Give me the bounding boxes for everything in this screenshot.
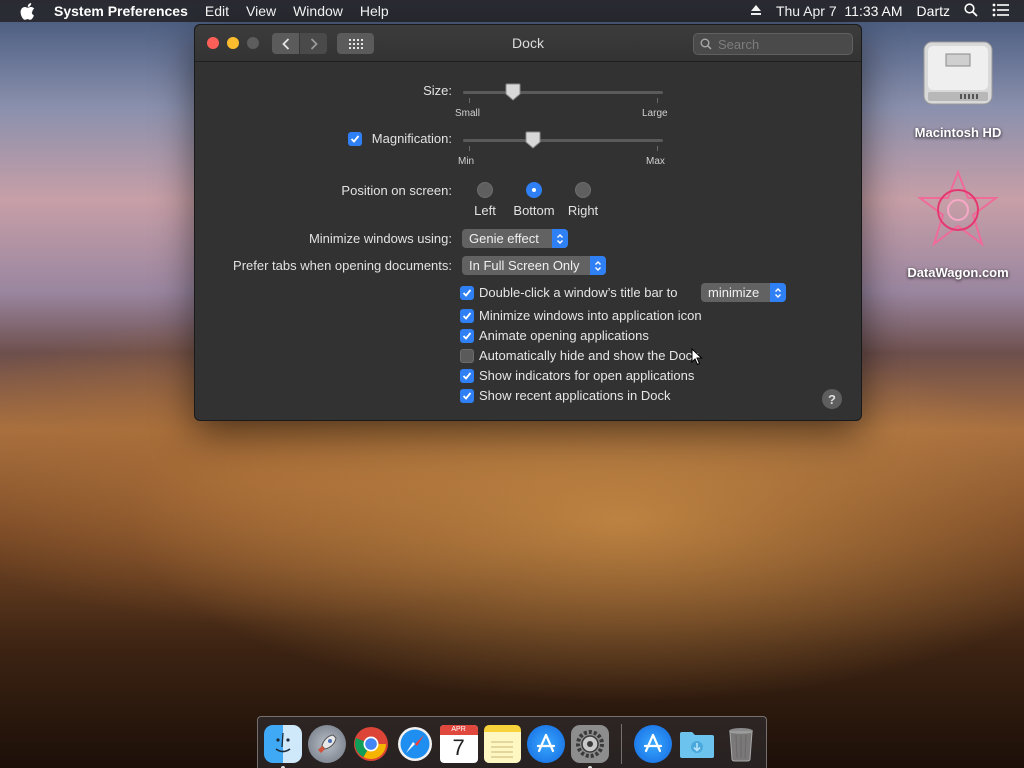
checkmark-icon: [462, 289, 472, 297]
option-label-1[interactable]: Animate opening applications: [479, 328, 649, 343]
trash-icon: [729, 728, 754, 762]
checkmark-icon: [462, 312, 472, 320]
help-menu[interactable]: Help: [360, 3, 389, 19]
checkmark-icon: [462, 392, 472, 400]
option-checkbox-0[interactable]: [460, 309, 474, 323]
window-menu[interactable]: Window: [293, 3, 343, 19]
dock-preferences-window: Dock Size: Small Large Magnification: Mi…: [194, 24, 862, 421]
magnification-label[interactable]: Magnification:: [355, 131, 452, 146]
safari-compass-icon: [397, 727, 432, 761]
double-click-checkbox[interactable]: [460, 286, 474, 300]
gear-icon: [576, 730, 605, 758]
position-bottom-radio[interactable]: [526, 182, 542, 198]
app-menu[interactable]: System Preferences: [54, 3, 188, 19]
spotlight-search-icon[interactable]: [964, 2, 978, 20]
help-button[interactable]: ?: [822, 389, 842, 409]
option-label-2[interactable]: Automatically hide and show the Dock: [479, 348, 699, 363]
size-slider-track[interactable]: [463, 91, 663, 94]
position-right-label[interactable]: Right: [553, 203, 613, 218]
app-store-icon: [644, 733, 663, 753]
dock-recent-app-store[interactable]: [634, 725, 673, 763]
datawagon-icon[interactable]: DataWagon.com: [900, 168, 1016, 280]
edit-menu[interactable]: Edit: [205, 3, 229, 19]
checkmark-icon: [462, 332, 472, 340]
user-menu[interactable]: Dartz: [917, 3, 950, 19]
calendar-month: APR: [439, 725, 478, 735]
macintosh-hd-icon[interactable]: Macintosh HD: [905, 36, 1011, 140]
eject-icon[interactable]: [750, 3, 762, 19]
search-icon: [700, 38, 712, 50]
mouse-cursor-icon: [691, 348, 703, 366]
dock-trash[interactable]: [722, 725, 760, 763]
dock-launchpad[interactable]: [307, 725, 346, 763]
size-slider-knob[interactable]: [505, 83, 521, 101]
option-checkbox-4[interactable]: [460, 389, 474, 403]
mag-tick-max: [657, 146, 658, 151]
hard-drive-icon: [923, 41, 993, 105]
size-label: Size:: [423, 83, 452, 98]
dock-finder[interactable]: [264, 725, 302, 768]
position-label: Position on screen:: [341, 183, 452, 198]
dock-app-store[interactable]: [527, 725, 566, 763]
popup-arrows-icon: [590, 256, 606, 275]
option-checkbox-3[interactable]: [460, 369, 474, 383]
magnification-slider-knob[interactable]: [525, 131, 541, 149]
option-label-0[interactable]: Minimize windows into application icon: [479, 308, 702, 323]
datawagon-label: DataWagon.com: [907, 265, 1009, 280]
option-label-3[interactable]: Show indicators for open applications: [479, 368, 694, 383]
finder-icon: [275, 732, 291, 753]
chrome-icon: [353, 727, 388, 761]
datawagon-logo-icon: [916, 169, 1000, 247]
size-tick-max: [657, 98, 658, 103]
popup-arrows-icon: [770, 283, 786, 302]
dock-chrome[interactable]: [352, 725, 390, 763]
apple-menu-icon[interactable]: [20, 2, 38, 20]
window-titlebar[interactable]: Dock: [195, 25, 861, 62]
minimize-effect-popup[interactable]: Genie effect: [462, 229, 568, 248]
calendar-day: 7: [452, 735, 465, 760]
size-tick-min: [469, 98, 470, 103]
double-click-label[interactable]: Double-click a window’s title bar to: [479, 285, 677, 300]
downloads-folder-icon: [680, 732, 715, 758]
double-click-action-popup[interactable]: minimize: [701, 283, 786, 302]
macintosh-hd-label: Macintosh HD: [914, 125, 1002, 140]
prefer-tabs-label: Prefer tabs when opening documents:: [233, 258, 452, 273]
size-min-label: Small: [455, 108, 481, 119]
dock-notes[interactable]: [483, 725, 522, 763]
magnification-slider-track[interactable]: [463, 139, 663, 142]
dock-downloads[interactable]: [678, 725, 716, 763]
option-label-4[interactable]: Show recent applications in Dock: [479, 388, 671, 403]
magnification-min-label: Min: [458, 156, 475, 167]
option-checkbox-1[interactable]: [460, 329, 474, 343]
popup-arrows-icon: [552, 229, 568, 248]
menu-bar: System Preferences Edit View Window Help…: [0, 0, 1024, 22]
dock-system-preferences[interactable]: [571, 725, 610, 768]
dock-calendar[interactable]: APR 7: [439, 725, 478, 763]
position-right-radio[interactable]: [575, 182, 591, 198]
option-checkbox-2[interactable]: [460, 349, 474, 363]
dock-safari[interactable]: [396, 725, 434, 763]
position-left-radio[interactable]: [477, 182, 493, 198]
notes-icon: [491, 741, 514, 757]
search-field[interactable]: [693, 33, 853, 55]
size-max-label: Large: [642, 108, 668, 119]
dock-separator: [621, 724, 623, 764]
rocket-icon: [317, 734, 337, 753]
minimize-effect-value: Genie effect: [469, 231, 539, 246]
prefer-tabs-popup[interactable]: In Full Screen Only: [462, 256, 606, 275]
prefer-tabs-value: In Full Screen Only: [469, 258, 580, 273]
view-menu[interactable]: View: [246, 3, 276, 19]
dock: APR 7: [257, 716, 767, 768]
mag-tick-min: [469, 146, 470, 151]
menubar-clock[interactable]: Thu Apr 7 11:33 AM: [776, 3, 903, 19]
search-input[interactable]: [718, 36, 838, 52]
double-click-action-value: minimize: [708, 285, 760, 300]
minimize-using-label: Minimize windows using:: [308, 231, 452, 246]
checkmark-icon: [462, 372, 472, 380]
app-store-icon: [537, 733, 556, 753]
magnification-max-label: Max: [646, 156, 665, 167]
notification-center-icon[interactable]: [992, 3, 1010, 20]
